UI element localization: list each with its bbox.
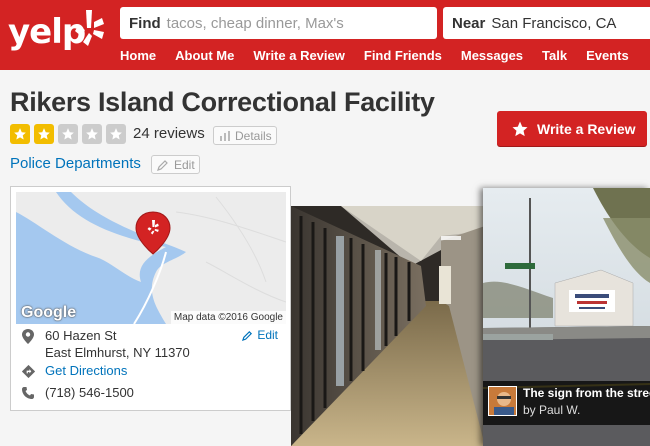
- user-avatar[interactable]: [488, 386, 517, 416]
- nav-about-me[interactable]: About Me: [175, 48, 234, 63]
- write-review-label: Write a Review: [537, 120, 636, 137]
- details-button[interactable]: Details: [213, 126, 277, 145]
- photo-caption[interactable]: The sign from the street by Paul W.: [483, 381, 650, 425]
- phone-icon: [22, 387, 34, 399]
- address-line1: 60 Hazen St: [45, 328, 117, 343]
- photo-corridor[interactable]: [291, 206, 485, 446]
- nav-talk[interactable]: Talk: [542, 48, 567, 63]
- near-search-input[interactable]: Near San Francisco, CA: [443, 7, 650, 39]
- get-directions-link[interactable]: Get Directions: [45, 363, 127, 378]
- find-search-input[interactable]: Find tacos, cheap dinner, Max's: [120, 7, 437, 39]
- map-image[interactable]: Google Map data ©2016 Google: [16, 192, 286, 324]
- edit-label: Edit: [174, 157, 195, 172]
- star-icon: [106, 124, 126, 144]
- address-line2: East Elmhurst, NY 11370: [45, 345, 190, 360]
- phone-number: (718) 546-1500: [21, 385, 134, 400]
- edit-label: Edit: [257, 328, 278, 342]
- photo-sign[interactable]: The sign from the street by Paul W.: [483, 188, 650, 446]
- near-label: Near: [452, 14, 486, 32]
- star-rating: [10, 124, 130, 144]
- edit-address-button[interactable]: Edit: [242, 328, 278, 342]
- nav-home[interactable]: Home: [120, 48, 156, 63]
- main-nav: Home About Me Write a Review Find Friend…: [120, 48, 648, 63]
- star-icon: [58, 124, 78, 144]
- nav-events[interactable]: Events: [586, 48, 629, 63]
- star-icon: [10, 124, 30, 144]
- details-label: Details: [235, 128, 272, 143]
- nav-find-friends[interactable]: Find Friends: [364, 48, 442, 63]
- category-link[interactable]: Police Departments: [10, 155, 141, 172]
- top-header: yelp Find tacos, cheap dinner, Max's Nea…: [0, 0, 650, 70]
- business-name: Rikers Island Correctional Facility: [10, 87, 435, 117]
- nav-write-a-review[interactable]: Write a Review: [253, 48, 345, 63]
- review-count[interactable]: 24 reviews: [133, 125, 205, 142]
- find-placeholder: tacos, cheap dinner, Max's: [166, 14, 344, 32]
- find-label: Find: [129, 14, 161, 32]
- edit-category-button[interactable]: Edit: [151, 155, 200, 174]
- write-review-button[interactable]: Write a Review: [497, 111, 647, 146]
- star-icon: [512, 121, 528, 136]
- map-pin-icon: [22, 329, 34, 344]
- directions-icon: [21, 365, 35, 378]
- star-icon: [82, 124, 102, 144]
- caption-title: The sign from the street: [523, 386, 650, 400]
- map-data-attribution: Map data ©2016 Google: [170, 311, 286, 324]
- yelp-logo[interactable]: yelp: [8, 6, 108, 62]
- get-directions[interactable]: Get Directions: [21, 363, 127, 378]
- bar-chart-icon: [220, 130, 230, 141]
- pencil-icon: [157, 159, 168, 171]
- caption-author[interactable]: by Paul W.: [523, 403, 580, 417]
- pencil-icon: [242, 330, 253, 341]
- phone-text: (718) 546-1500: [45, 385, 134, 400]
- nav-messages[interactable]: Messages: [461, 48, 523, 63]
- yelp-burst-icon: [75, 10, 104, 46]
- address: 60 Hazen St East Elmhurst, NY 11370: [21, 327, 190, 361]
- star-icon: [34, 124, 54, 144]
- google-logo: Google: [21, 304, 77, 321]
- map-card: Google Map data ©2016 Google 60 Hazen St…: [10, 186, 291, 411]
- near-value: San Francisco, CA: [491, 14, 617, 32]
